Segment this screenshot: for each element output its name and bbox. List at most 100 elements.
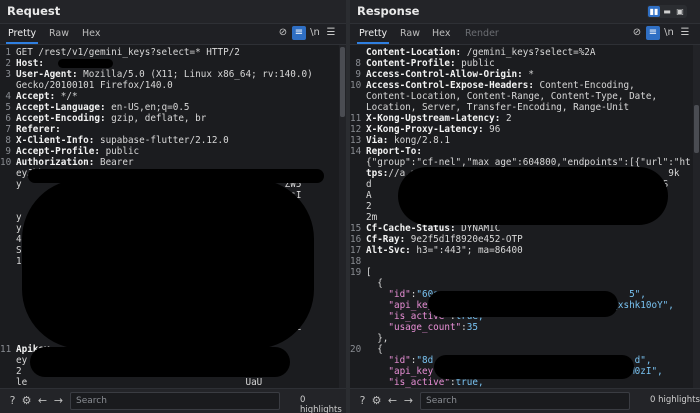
line-text: Accept: */*	[16, 91, 78, 102]
line-text: "usage_count":35	[388, 322, 478, 333]
response-line: Content-Location: /gemini_keys?select=%2…	[350, 47, 700, 59]
eye-slash-icon[interactable]: ⊘	[630, 26, 644, 40]
line-number: 15	[350, 223, 362, 234]
layout-split-icon[interactable]: ▮▮	[648, 6, 660, 17]
layout-stack-icon[interactable]: ▬	[661, 6, 673, 17]
line-number: 18	[350, 256, 362, 267]
response-search-input[interactable]	[426, 394, 624, 407]
response-line: Content-Location, Content-Range, Content…	[350, 91, 700, 103]
newline-icon[interactable]: \n	[662, 26, 676, 40]
layout-single-icon[interactable]: ▣	[674, 6, 686, 17]
tab-pretty[interactable]: Pretty	[356, 28, 390, 44]
response-scrollbar[interactable]	[693, 45, 700, 389]
line-number: 12	[350, 124, 362, 135]
tab-hex[interactable]: Hex	[82, 28, 100, 39]
request-title: Request	[7, 4, 61, 18]
line-text: X-Client-Info: supabase-flutter/2.12.0	[16, 135, 229, 146]
request-search[interactable]	[70, 392, 280, 410]
line-number: 4	[5, 91, 11, 102]
response-line: 10 Access-Control-Expose-Headers: Content…	[350, 80, 700, 92]
request-line: 3 User-Agent: Mozilla/5.0 (X11; Linux x86…	[0, 69, 346, 81]
line-text: User-Agent: Mozilla/5.0 (X11; Linux x86_…	[16, 69, 313, 80]
line-text: Location, Server, Transfer-Encoding, Ran…	[366, 102, 630, 113]
line-text: X-Kong-Proxy-Latency: 96	[366, 124, 501, 135]
eye-slash-icon[interactable]: ⊘	[276, 26, 290, 40]
response-line: 17 Alt-Svc: h3=":443"; ma=86400	[350, 245, 700, 257]
line-number: 11	[350, 113, 362, 124]
line-text: Alt-Svc: h3=":443"; ma=86400	[366, 245, 523, 256]
line-number: 10	[350, 80, 362, 91]
response-line: 20 {	[350, 344, 700, 356]
request-line: 1 GET /rest/v1/gemini_keys?select=* HTTP/…	[0, 47, 346, 59]
request-line: 9 Accept-Profile: public	[0, 146, 346, 158]
response-title: Response	[357, 4, 420, 18]
line-number: 10	[0, 157, 12, 168]
response-line: 8 Content-Profile: public	[350, 58, 700, 70]
back-arrow-icon[interactable]: ←	[36, 394, 49, 407]
response-line: {	[350, 278, 700, 290]
tab-raw[interactable]: Raw	[49, 28, 69, 39]
request-editor[interactable]: 1 GET /rest/v1/gemini_keys?select=* HTTP/…	[0, 45, 346, 389]
line-text: Via: kong/2.8.1	[366, 135, 450, 146]
response-header: Response ▮▮ ▬ ▣	[350, 0, 700, 24]
wrap-icon[interactable]: ≡	[646, 26, 660, 40]
line-number: 9	[355, 69, 361, 80]
request-line: 8 X-Client-Info: supabase-flutter/2.12.0	[0, 135, 346, 147]
response-line: 14 Report-To:	[350, 146, 700, 158]
tab-hex[interactable]: Hex	[432, 28, 450, 39]
request-pane: Request Pretty Raw Hex ⊘ ≡ \n ☰ 1 GET /re…	[0, 0, 346, 413]
request-line: 7 Referer:	[0, 124, 346, 136]
line-text: Referer:	[16, 124, 61, 135]
request-scrollbar[interactable]	[339, 45, 346, 389]
response-line: 13 Via: kong/2.8.1	[350, 135, 700, 147]
line-text: Access-Control-Expose-Headers: Content-E…	[366, 80, 635, 91]
line-number: 8	[5, 135, 11, 146]
line-text: Authorization: Bearer	[16, 157, 134, 168]
wrap-icon[interactable]: ≡	[292, 26, 306, 40]
response-line: 11 X-Kong-Upstream-Latency: 2	[350, 113, 700, 125]
line-text: Access-Control-Allow-Origin: *	[366, 69, 534, 80]
forward-arrow-icon[interactable]: →	[402, 394, 415, 407]
response-line: },	[350, 333, 700, 345]
tab-render[interactable]: Render	[465, 28, 499, 39]
line-text: },	[366, 333, 389, 344]
settings-icon[interactable]: ⚙	[20, 394, 33, 407]
line-text: Accept-Language: en-US,en;q=0.5	[16, 102, 190, 113]
back-arrow-icon[interactable]: ←	[386, 394, 399, 407]
request-search-input[interactable]	[76, 394, 274, 407]
line-number: 9	[5, 146, 11, 157]
help-icon[interactable]: ?	[6, 394, 19, 407]
response-editor[interactable]: Content-Location: /gemini_keys?select=%2…	[350, 45, 700, 389]
request-header: Request	[0, 0, 346, 24]
line-text: Content-Location: /gemini_keys?select=%2…	[366, 47, 596, 58]
request-line: 5 Accept-Language: en-US,en;q=0.5	[0, 102, 346, 114]
response-line: 12 X-Kong-Proxy-Latency: 96	[350, 124, 700, 136]
tab-raw[interactable]: Raw	[400, 28, 420, 39]
request-footer: ? ⚙ ← → 0 highlights	[0, 388, 346, 413]
help-icon[interactable]: ?	[356, 394, 369, 407]
newline-icon[interactable]: \n	[308, 26, 322, 40]
line-text: Gecko/20100101 Firefox/140.0	[16, 80, 173, 91]
redaction-mark	[22, 179, 314, 349]
line-number: 19	[350, 267, 362, 278]
request-line: le UaU	[0, 377, 346, 389]
line-text: Accept-Profile: public	[16, 146, 140, 157]
response-line: Location, Server, Transfer-Encoding, Ran…	[350, 102, 700, 114]
response-pane: Response ▮▮ ▬ ▣ Pretty Raw Hex Render ⊘ …	[350, 0, 700, 413]
redaction-mark	[434, 355, 634, 379]
line-number: 11	[0, 344, 12, 355]
line-text: Report-To:	[366, 146, 422, 157]
menu-icon[interactable]: ☰	[678, 26, 692, 40]
layout-toggle[interactable]: ▮▮ ▬ ▣	[647, 5, 687, 18]
line-text: Cf-Ray: 9e2f5d1f8920e452-OTP	[366, 234, 523, 245]
menu-icon[interactable]: ☰	[324, 26, 338, 40]
line-text: GET /rest/v1/gemini_keys?select=* HTTP/2	[16, 47, 240, 58]
settings-icon[interactable]: ⚙	[370, 394, 383, 407]
tab-pretty[interactable]: Pretty	[5, 28, 39, 44]
response-search[interactable]	[420, 392, 630, 410]
request-line: Gecko/20100101 Firefox/140.0	[0, 80, 346, 92]
request-highlights: 0 highlights	[300, 395, 342, 413]
line-text: X-Kong-Upstream-Latency: 2	[366, 113, 512, 124]
forward-arrow-icon[interactable]: →	[52, 394, 65, 407]
response-line: 19 [	[350, 267, 700, 279]
